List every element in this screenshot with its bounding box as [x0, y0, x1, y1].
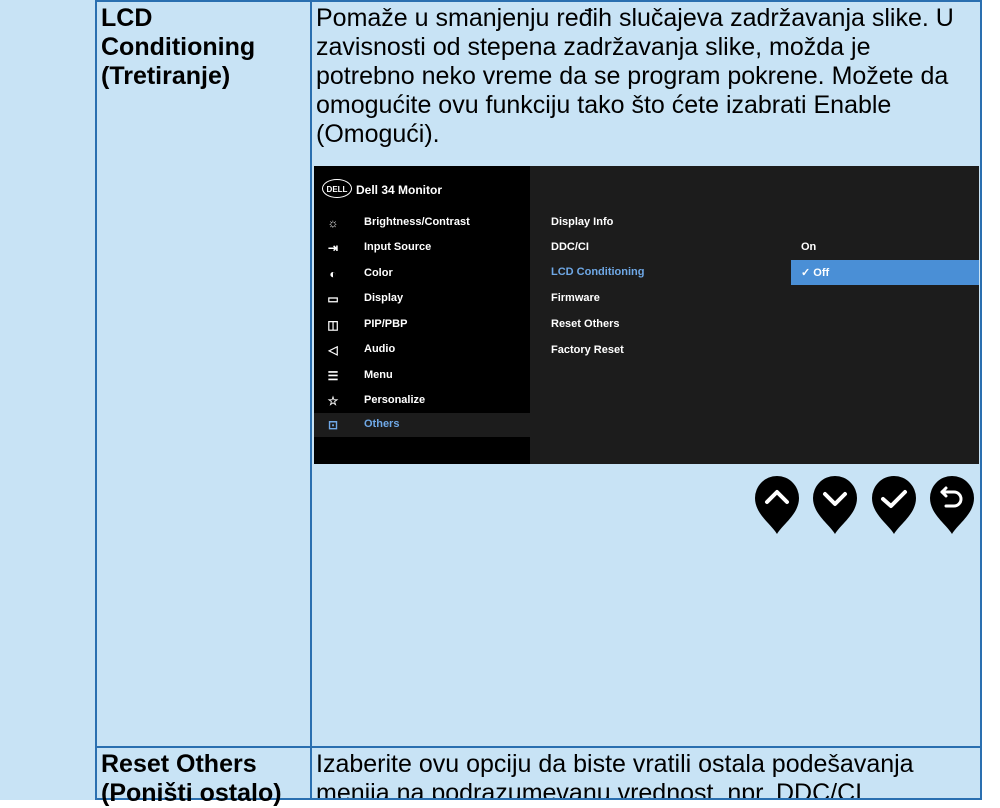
back-icon [930, 476, 974, 534]
osd-menu-menu[interactable]: ☰ Menu [314, 364, 530, 388]
osd-right-panel: Display Info DDC/CI LCD Conditioning Fir… [530, 166, 979, 464]
osd-menu-others[interactable]: ⊡ Others [314, 413, 530, 437]
osd-option-on[interactable]: On [791, 235, 979, 260]
menu-list-icon: ☰ [327, 369, 339, 383]
osd-menu-color[interactable]: ◐ Color [314, 262, 530, 286]
row-label-reset-others: Reset Others (Poništi ostalo) [95, 746, 312, 807]
osd-menu-brightness[interactable]: ☼ Brightness/Contrast [314, 211, 530, 235]
up-icon [755, 476, 799, 534]
input-source-icon: ⇥ [327, 241, 339, 255]
osd-option-off[interactable]: ✓ Off [791, 260, 979, 285]
osd-submenu-lcd-conditioning[interactable]: LCD Conditioning [551, 266, 644, 278]
brightness-icon: ☼ [327, 216, 339, 230]
osd-menu-input-source[interactable]: ⇥ Input Source [314, 236, 530, 260]
osd-submenu-display-info[interactable]: Display Info [551, 216, 613, 228]
row-desc-reset-others: Izaberite ovu opciju da biste vratili os… [310, 746, 982, 800]
monitor-icon: ▭ [327, 292, 339, 306]
others-icon: ⊡ [327, 418, 339, 432]
dell-logo: DELL [322, 179, 352, 198]
check-icon [872, 476, 916, 534]
osd-submenu-factory-reset[interactable]: Factory Reset [551, 344, 624, 356]
row-label-lcd-conditioning: LCD Conditioning (Tretiranje) [95, 0, 312, 748]
up-button[interactable] [753, 474, 801, 536]
label-text: LCD Conditioning (Tretiranje) [101, 4, 256, 90]
label-text: Reset Others (Poništi ostalo) [101, 750, 282, 807]
down-button[interactable] [811, 474, 859, 536]
pip-icon: ◫ [327, 318, 339, 332]
osd-menu-pip-pbp[interactable]: ◫ PIP/PBP [314, 313, 530, 337]
color-palette-icon: ◐ [329, 267, 337, 281]
osd-menu-screenshot: DELL Dell 34 Monitor ☼ Brightness/Contra… [314, 166, 979, 464]
speaker-icon: ◁ [328, 343, 338, 357]
down-icon [813, 476, 857, 534]
osd-left-panel: DELL Dell 34 Monitor ☼ Brightness/Contra… [314, 166, 530, 464]
page: LCD Conditioning (Tretiranje) Pomaže u s… [0, 0, 1000, 807]
osd-menu-personalize[interactable]: ☆ Personalize [314, 389, 530, 413]
check-button[interactable] [870, 474, 918, 536]
osd-title: Dell 34 Monitor [356, 183, 443, 197]
osd-submenu-reset-others[interactable]: Reset Others [551, 318, 619, 330]
osd-submenu-ddc-ci[interactable]: DDC/CI [551, 241, 589, 253]
desc-text: Izaberite ovu opciju da biste vratili os… [316, 750, 914, 800]
osd-submenu-firmware[interactable]: Firmware [551, 292, 600, 304]
osd-menu-audio[interactable]: ◁ Audio [314, 338, 530, 362]
back-button[interactable] [928, 474, 976, 536]
desc-text: Pomaže u smanjenju ređih slučajeva zadrž… [316, 4, 954, 148]
osd-menu-display[interactable]: ▭ Display [314, 287, 530, 311]
left-margin-column [0, 0, 95, 800]
star-icon: ☆ [327, 394, 339, 408]
